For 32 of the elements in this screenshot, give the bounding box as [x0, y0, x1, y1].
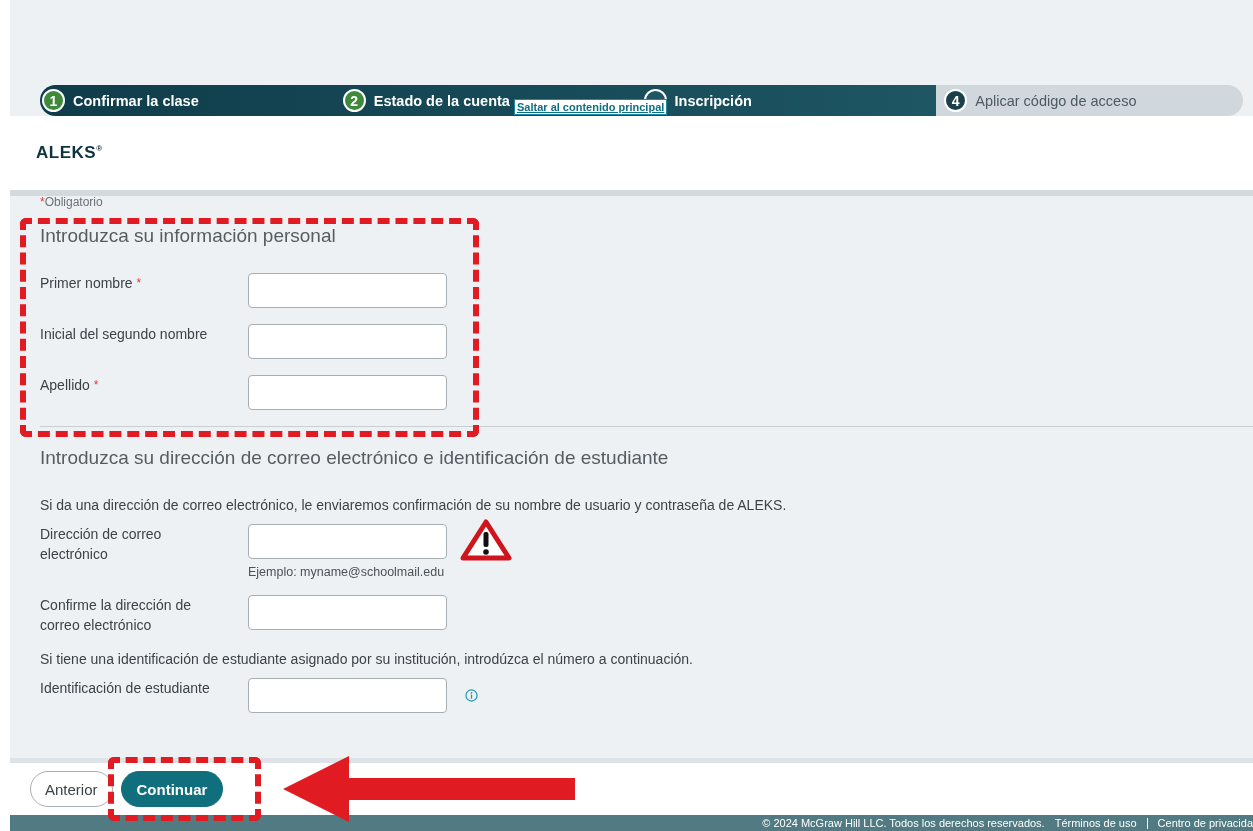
- step-label: Aplicar código de acceso: [975, 92, 1137, 109]
- field-label: Apellido *: [40, 376, 100, 395]
- field-label: Inicial del segundo nombre: [40, 325, 209, 344]
- input-field[interactable]: [248, 595, 447, 630]
- step-number: 1: [42, 89, 65, 112]
- input-field[interactable]: [248, 273, 447, 308]
- step-label: Confirmar la clase: [73, 92, 199, 109]
- step-number: 4: [944, 89, 968, 112]
- input-field[interactable]: [248, 324, 447, 359]
- logo: ALEKS$^{®}$: [36, 143, 103, 163]
- section-heading: Introduzca su dirección de correo electrónico e identificación de estudiante: [40, 447, 670, 469]
- field-hint: Ejemplo: myname@schoolmail.edu: [248, 565, 446, 579]
- footer-link[interactable]: Términos de uso: [1054, 817, 1137, 829]
- step-label: Inscripción: [674, 92, 752, 109]
- instruction-text: Si da una dirección de correo electrónico, le enviaremos confirmación de su nombre de usuario y contraseña de ALEKS.: [40, 497, 788, 513]
- required-note: *Obligatorio: [40, 195, 104, 209]
- instruction-text: Si tiene una identificación de estudiante asignado por su institución, introdúzca el número a continuación.: [40, 651, 694, 667]
- input-field[interactable]: [248, 524, 447, 559]
- field-label: Primer nombre *: [40, 274, 143, 293]
- footer-link[interactable]: Centro de privacida: [1157, 817, 1253, 829]
- step-label: Estado de la cuenta: [373, 92, 510, 109]
- step-number: 2: [342, 89, 366, 112]
- field-label: Dirección de correo electrónico: [40, 525, 163, 564]
- input-field[interactable]: [248, 375, 447, 410]
- continue-button[interactable]: Continuar: [120, 771, 224, 807]
- section-heading: Introduzca su información personal: [40, 225, 337, 247]
- field-label: Confirme la dirección de correo electrónico: [40, 596, 192, 635]
- input-field[interactable]: [248, 678, 447, 713]
- field-label: Identificación de estudiante: [40, 679, 211, 698]
- skip-link[interactable]: Saltar al contenido principal: [514, 99, 668, 115]
- back-button[interactable]: Anterior: [30, 771, 113, 807]
- copyright-text: © 2024 McGraw Hill LLC. Todos los derechos reservados.: [762, 817, 1045, 829]
